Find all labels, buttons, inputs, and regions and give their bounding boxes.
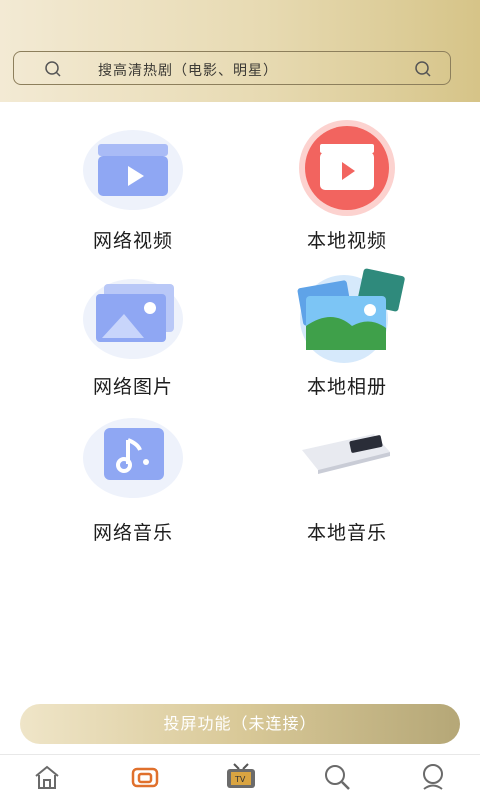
search-placeholder: 搜高清热剧（电影、明星） bbox=[98, 63, 278, 79]
item-label: 本地相册 bbox=[306, 376, 387, 398]
svg-text:TV: TV bbox=[234, 775, 246, 784]
profile-icon[interactable] bbox=[416, 761, 450, 793]
network-image-item[interactable]: 网络图片 bbox=[33, 264, 233, 404]
network-music-item[interactable]: 网络音乐 bbox=[33, 410, 233, 550]
item-label: 本地视频 bbox=[306, 230, 387, 252]
tv-icon[interactable]: TV bbox=[224, 761, 258, 793]
header: 搜高清热剧（电影、明星） bbox=[0, 0, 480, 102]
screen-cast-button[interactable]: 投屏功能（未连接） bbox=[20, 704, 460, 744]
search-icon[interactable] bbox=[320, 761, 354, 793]
screen-cast-icon[interactable] bbox=[128, 761, 162, 793]
item-label: 网络视频 bbox=[92, 230, 173, 252]
search-icon bbox=[45, 61, 61, 77]
music-note-icon bbox=[83, 418, 183, 498]
home-icon[interactable] bbox=[30, 761, 64, 793]
search-bar[interactable]: 搜高清热剧（电影、明星） bbox=[13, 51, 451, 85]
network-video-item[interactable]: 网络视频 bbox=[33, 118, 233, 258]
item-label: 网络图片 bbox=[92, 376, 173, 398]
local-video-item[interactable]: 本地视频 bbox=[247, 118, 447, 258]
red-clapperboard-icon bbox=[299, 120, 395, 216]
bottom-tab-bar: TV bbox=[0, 754, 480, 801]
search-icon[interactable] bbox=[414, 60, 432, 78]
local-album-item[interactable]: 本地相册 bbox=[247, 264, 447, 404]
local-music-item[interactable]: 本地音乐 bbox=[247, 410, 447, 550]
phone-icon bbox=[302, 434, 390, 474]
item-label: 网络音乐 bbox=[92, 522, 173, 544]
photo-album-icon bbox=[297, 268, 405, 363]
image-icon bbox=[83, 279, 183, 359]
clapperboard-icon bbox=[83, 130, 183, 210]
item-label: 本地音乐 bbox=[306, 522, 387, 544]
